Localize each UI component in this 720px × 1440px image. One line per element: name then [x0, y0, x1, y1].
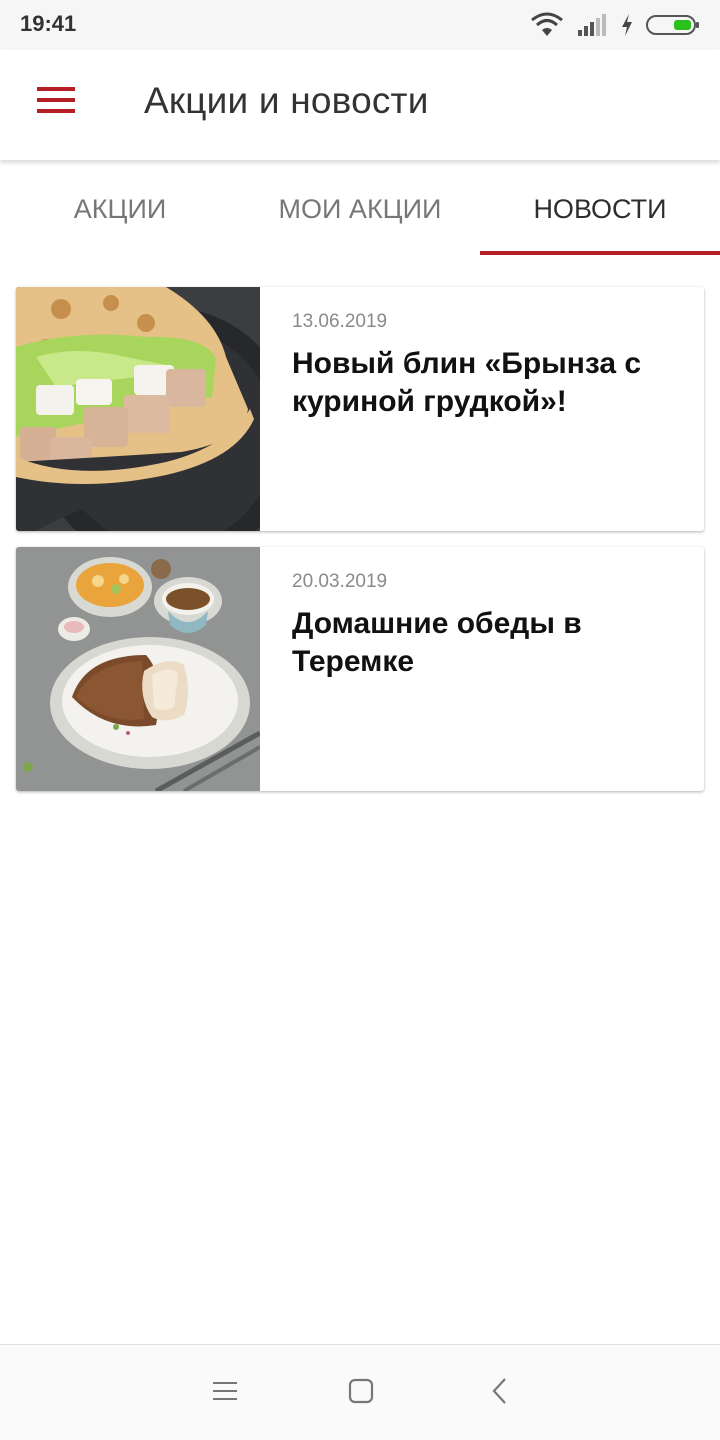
news-card[interactable]: 20.03.2019 Домашние обеды в Теремке	[16, 547, 704, 791]
status-icons	[530, 10, 700, 40]
news-card[interactable]: 13.06.2019 Новый блин «Брынза с куриной …	[16, 287, 704, 531]
home-button[interactable]	[339, 1373, 383, 1413]
news-list: 13.06.2019 Новый блин «Брынза с куриной …	[16, 287, 704, 807]
page-title: Акции и новости	[144, 80, 429, 121]
back-icon	[490, 1377, 508, 1410]
tab-bar: АКЦИИ МОИ АКЦИИ НОВОСТИ	[0, 160, 720, 256]
charging-icon	[620, 13, 634, 37]
back-button[interactable]	[477, 1373, 521, 1413]
news-date: 20.03.2019	[292, 571, 388, 592]
tab-my-promotions[interactable]: МОИ АКЦИИ	[240, 160, 480, 256]
wifi-icon	[530, 12, 564, 38]
app-bar: Акции и новости	[0, 50, 720, 160]
battery-icon	[646, 14, 700, 36]
tab-promotions[interactable]: АКЦИИ	[0, 160, 240, 256]
crepe-with-chicken-photo	[16, 287, 260, 531]
news-text: 20.03.2019 Домашние обеды в Теремке	[260, 547, 704, 791]
hamburger-menu-icon	[37, 86, 75, 119]
home-icon	[348, 1378, 374, 1409]
status-bar: 19:41	[0, 0, 720, 50]
status-time: 19:41	[20, 11, 77, 36]
menu-button[interactable]	[22, 70, 90, 134]
news-title: Домашние обеды в Теремке	[292, 607, 582, 678]
news-title: Новый блин «Брынза с куриной грудкой»!	[292, 347, 642, 418]
buckwheat-lunch-photo	[16, 547, 260, 791]
recent-apps-icon	[212, 1380, 238, 1407]
active-tab-indicator	[480, 251, 720, 255]
recent-apps-button[interactable]	[203, 1373, 247, 1413]
signal-icon	[576, 12, 608, 38]
system-nav-bar	[0, 1344, 720, 1440]
news-text: 13.06.2019 Новый блин «Брынза с куриной …	[260, 287, 704, 531]
news-date: 13.06.2019	[292, 311, 388, 332]
tab-news[interactable]: НОВОСТИ	[480, 160, 720, 256]
